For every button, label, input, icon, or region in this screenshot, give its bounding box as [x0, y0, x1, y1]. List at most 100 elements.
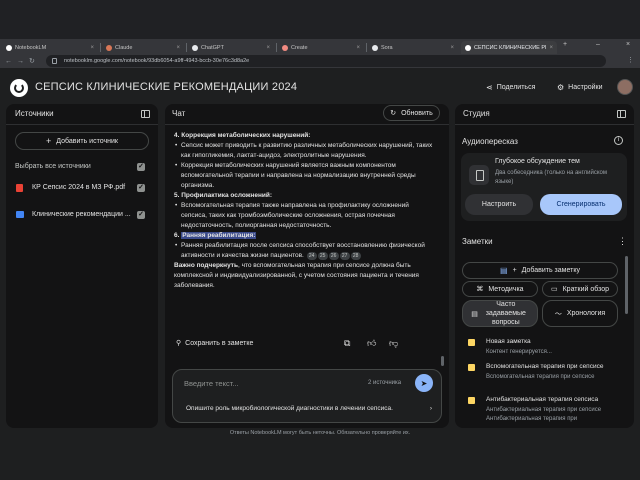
- add-note-button[interactable]: ▤ + Добавить заметку: [462, 262, 618, 279]
- select-all-label: Выбрать все источники: [15, 163, 91, 170]
- sources-title: Источники: [15, 109, 54, 118]
- lock-icon: [52, 58, 57, 64]
- close-icon[interactable]: ×: [356, 45, 360, 51]
- briefing-button[interactable]: ▭ Краткий обзор: [542, 281, 618, 297]
- more-options-icon[interactable]: ⋮: [618, 236, 627, 247]
- close-window-icon[interactable]: ×: [626, 41, 630, 48]
- highlighted-heading: Ранняя реабилитация:: [181, 232, 257, 239]
- bullet-item: Ранняя реабилитация после сепсиса способ…: [174, 241, 436, 261]
- tab-chatgpt[interactable]: ChatGPT ×: [188, 41, 274, 54]
- note-icon: [468, 339, 475, 346]
- forward-icon[interactable]: →: [17, 58, 24, 65]
- add-source-button[interactable]: + Добавить источник: [15, 132, 149, 150]
- audio-file-icon: [469, 165, 489, 185]
- close-icon[interactable]: ×: [450, 45, 454, 51]
- section-heading: 4. Коррекция метаболических нарушений:: [174, 132, 311, 139]
- tab-notebooklm[interactable]: NotebookLM ×: [2, 41, 98, 54]
- audio-card-title: Глубокое обсуждение тем: [495, 158, 580, 165]
- tab-create[interactable]: Create ×: [278, 41, 364, 54]
- briefing-icon: ▭: [550, 286, 558, 293]
- chat-title: Чат: [172, 109, 186, 118]
- divider: [455, 124, 634, 125]
- back-icon[interactable]: ←: [5, 58, 12, 65]
- citation-chip[interactable]: 25: [317, 252, 328, 260]
- generate-button[interactable]: Сгенерировать: [540, 194, 622, 215]
- plus-icon: +: [46, 136, 52, 146]
- source-item-pdf[interactable]: КР Сепсис 2024 в МЗ РФ.pdf: [32, 184, 125, 191]
- faq-icon: ▤: [471, 310, 478, 318]
- note-item[interactable]: Вспомогательная терапия при сепсисе Вспо…: [468, 363, 618, 389]
- notes-title: Заметки: [462, 237, 493, 246]
- select-all-checkbox[interactable]: ✓: [137, 163, 145, 171]
- panel-toggle-icon[interactable]: [617, 110, 626, 118]
- source-checkbox-pdf[interactable]: ✓: [137, 184, 145, 192]
- close-icon[interactable]: ×: [176, 45, 180, 51]
- note-icon: [468, 397, 475, 404]
- customize-button[interactable]: Настроить: [465, 194, 533, 215]
- browser-menu-icon[interactable]: ⋮: [627, 56, 634, 64]
- tab-divider: [186, 43, 187, 52]
- chat-scrollbar[interactable]: [441, 356, 444, 366]
- timeline-button[interactable]: 〜 Хронология: [542, 300, 618, 327]
- refresh-button[interactable]: ↻ Обновить: [383, 105, 440, 121]
- panel-toggle-icon[interactable]: [141, 110, 150, 118]
- chat-input[interactable]: Введите текст...: [184, 379, 239, 388]
- study-guide-button[interactable]: ⌘ Методичка: [462, 281, 538, 297]
- share-button[interactable]: ⋖ Поделиться: [478, 79, 543, 96]
- notebooklm-logo[interactable]: [10, 79, 28, 97]
- tab-claude[interactable]: Claude ×: [102, 41, 184, 54]
- tab-sora[interactable]: Sora ×: [368, 41, 458, 54]
- thumbs-down-icon[interactable]: 👎︎: [389, 338, 398, 349]
- note-item[interactable]: Антибактериальная терапия сепсиса Антиба…: [468, 396, 618, 424]
- source-checkbox-web[interactable]: ✓: [137, 211, 145, 219]
- citation-chip[interactable]: 26: [328, 252, 339, 260]
- thumbs-up-icon[interactable]: 👍︎: [367, 338, 376, 349]
- close-icon[interactable]: ×: [90, 45, 94, 51]
- bullet-item: Коррекция метаболических нарушений являе…: [174, 161, 436, 191]
- source-count: 2 источника: [368, 380, 402, 386]
- send-button[interactable]: ➤: [415, 374, 433, 392]
- create-favicon: [282, 44, 288, 51]
- notebook-title[interactable]: СЕПСИС КЛИНИЧЕСКИЕ РЕКОМЕНДАЦИИ 2024: [35, 81, 297, 93]
- citation-chip[interactable]: 24: [306, 252, 317, 260]
- sources-panel: [6, 104, 158, 428]
- new-tab-button[interactable]: +: [563, 41, 567, 48]
- refresh-icon: ↻: [390, 110, 397, 117]
- share-icon: ⋖: [486, 83, 493, 92]
- note-item[interactable]: Новая заметка Контент генерируется...: [468, 338, 618, 358]
- notebooklm-favicon: [465, 44, 471, 51]
- settings-button[interactable]: ⚙ Настройки: [549, 79, 611, 96]
- audio-overview-title: Аудиопересказ: [462, 137, 518, 146]
- claude-favicon: [106, 44, 112, 51]
- citation-chip[interactable]: 28: [350, 252, 361, 260]
- faq-button[interactable]: ▤ Часто задаваемые вопросы: [462, 300, 538, 327]
- bullet-item: Сепсис может приводить к развитию различ…: [174, 141, 436, 161]
- study-guide-icon: ⌘: [476, 286, 484, 293]
- close-icon[interactable]: ×: [266, 45, 270, 51]
- suggestion-chip[interactable]: Опишите роль микробиологической диагност…: [186, 405, 432, 412]
- send-icon: ➤: [420, 378, 428, 388]
- web-icon: [16, 211, 24, 218]
- studio-title: Студия: [463, 109, 490, 118]
- tab-divider: [100, 43, 101, 52]
- studio-scrollbar[interactable]: [625, 256, 628, 314]
- chevron-right-icon: ›: [429, 405, 432, 412]
- url-field[interactable]: notebooklm.google.com/notebook/93db6054-…: [46, 55, 606, 67]
- disclaimer-footer: Ответы NotebookLM могут быть неточны. Об…: [229, 430, 411, 436]
- info-icon[interactable]: i: [614, 136, 623, 145]
- note-add-icon: ▤: [500, 266, 508, 275]
- close-icon[interactable]: ×: [549, 45, 553, 51]
- avatar[interactable]: [617, 79, 633, 95]
- reload-icon[interactable]: ↻: [29, 57, 35, 65]
- sora-favicon: [372, 44, 378, 51]
- tab-sepsis-notebook[interactable]: СЕПСИС КЛИНИЧЕСКИЕ РЕКО...×: [461, 41, 557, 54]
- section-heading: 6. Ранняя реабилитация:: [174, 232, 257, 239]
- audio-card-subtitle: Два собеседника (только на английском яз…: [495, 170, 608, 185]
- copy-icon[interactable]: ⧉: [344, 338, 350, 349]
- minimize-icon[interactable]: –: [596, 41, 600, 48]
- gear-icon: ⚙: [557, 83, 565, 92]
- chat-response: 4. Коррекция метаболических нарушений: С…: [174, 131, 436, 291]
- source-item-web[interactable]: Клинические рекомендации ...: [32, 211, 131, 218]
- save-to-note-button[interactable]: ⚲ Сохранить в заметке: [176, 339, 253, 348]
- citation-chip[interactable]: 27: [339, 252, 350, 260]
